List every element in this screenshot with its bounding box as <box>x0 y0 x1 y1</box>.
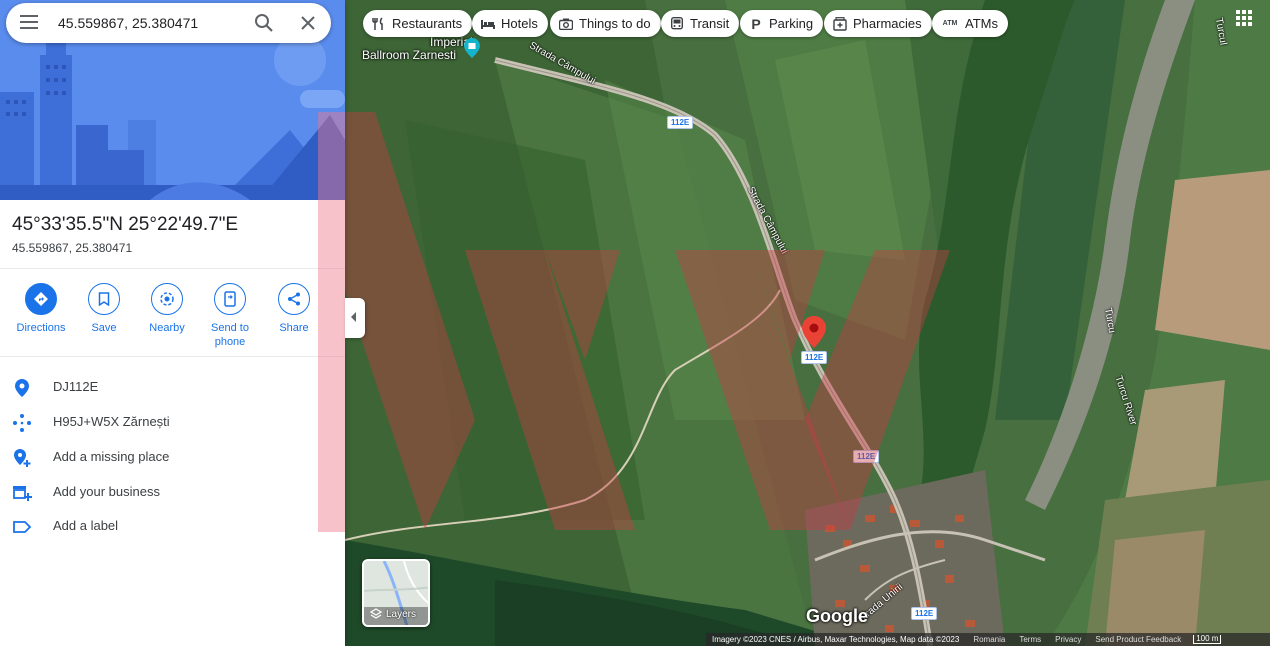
menu-icon[interactable] <box>20 15 38 31</box>
place-panel: 45°33'35.5"N 25°22'49.7"E 45.559867, 25.… <box>0 0 345 646</box>
imagery-credit: Imagery ©2023 CNES / Airbus, Maxar Techn… <box>712 635 960 644</box>
chip-label: Pharmacies <box>853 16 922 31</box>
detail-text: Add a label <box>53 518 119 533</box>
apps-grid-icon[interactable] <box>1236 10 1252 26</box>
chip-label: Restaurants <box>392 16 463 31</box>
layers-icon <box>370 608 382 619</box>
bookmark-icon <box>88 283 120 315</box>
road-shield: 112E <box>911 607 938 620</box>
poi-label-line2: Ballroom Zarnesti <box>362 48 457 62</box>
chip-label: Parking <box>769 16 814 31</box>
search-icon[interactable] <box>254 13 274 33</box>
divider <box>0 356 345 357</box>
region-link[interactable]: Romania <box>973 635 1005 644</box>
chip-pharmacies[interactable]: Pharmacies <box>824 10 932 37</box>
chip-hotels[interactable]: Hotels <box>472 10 548 37</box>
atm-icon: ATM <box>942 20 958 27</box>
place-title: 45°33'35.5"N 25°22'49.7"E <box>12 214 239 235</box>
label-icon <box>13 521 32 533</box>
fork-knife-icon <box>371 16 387 32</box>
action-label: Nearby <box>149 322 185 334</box>
divider <box>0 268 345 269</box>
directions-icon <box>25 283 57 315</box>
add-label-button[interactable]: Add a label <box>0 509 318 543</box>
privacy-link[interactable]: Privacy <box>1055 635 1081 644</box>
send-to-phone-icon <box>214 283 246 315</box>
store-icon <box>13 486 32 501</box>
layers-button[interactable]: Layers <box>362 559 430 627</box>
map-footer: Imagery ©2023 CNES / Airbus, Maxar Techn… <box>706 633 1270 646</box>
nearby-icon <box>151 283 183 315</box>
close-icon[interactable] <box>298 13 318 33</box>
bed-icon <box>480 16 496 32</box>
chip-things-to-do[interactable]: Things to do <box>550 10 661 37</box>
chevron-left-icon <box>351 312 356 322</box>
bus-icon <box>669 16 685 32</box>
detail-text: DJ112E <box>53 379 99 394</box>
parking-icon: P <box>751 15 761 32</box>
chip-atms[interactable]: ATM ATMs <box>932 10 1008 37</box>
layers-label: Layers <box>386 608 417 620</box>
maps-window: 112E 112E 112E 112E Strada Câmpului Stra… <box>0 0 1270 646</box>
chip-restaurants[interactable]: Restaurants <box>363 10 473 37</box>
share-button[interactable]: Share <box>265 283 323 335</box>
chip-label: Things to do <box>579 16 651 31</box>
add-place-icon <box>14 449 31 467</box>
chip-label: Transit <box>690 16 730 31</box>
watermark-strip <box>318 112 345 532</box>
detail-text: Add a missing place <box>53 449 170 464</box>
poi-marker-icon[interactable] <box>464 38 480 58</box>
road-shield: 112E <box>853 450 880 463</box>
place-coordinates: 45.559867, 25.380471 <box>12 241 133 255</box>
scale-bar[interactable]: 100 m <box>1193 635 1222 644</box>
camera-icon <box>558 16 574 32</box>
plus-code-icon <box>13 414 31 432</box>
detail-address[interactable]: DJ112E <box>0 370 318 404</box>
share-icon <box>278 283 310 315</box>
chip-transit[interactable]: Transit <box>661 10 740 37</box>
collapse-panel-button[interactable] <box>345 298 365 338</box>
action-label: Share <box>279 322 309 334</box>
nearby-button[interactable]: Nearby <box>138 283 196 335</box>
search-input[interactable] <box>58 11 243 35</box>
send-to-phone-button[interactable]: Send to phone <box>201 283 259 349</box>
google-logo: Google <box>806 606 868 626</box>
road-shield: 112E <box>801 351 828 364</box>
terms-link[interactable]: Terms <box>1019 635 1041 644</box>
road-shield: 112E <box>667 116 694 129</box>
detail-plus-code[interactable]: H95J+W5X Zărnești <box>0 405 318 439</box>
add-business-button[interactable]: Add your business <box>0 475 318 509</box>
feedback-link[interactable]: Send Product Feedback <box>1095 635 1181 644</box>
action-label: Send to phone <box>211 322 249 348</box>
location-pin-icon[interactable] <box>802 316 826 348</box>
search-box <box>6 3 331 43</box>
poi-label[interactable]: Imperial Ballroom Zarnesti <box>362 36 473 62</box>
pharmacy-icon <box>832 16 848 32</box>
add-missing-place-button[interactable]: Add a missing place <box>0 440 318 474</box>
directions-button[interactable]: Directions <box>12 283 70 335</box>
action-label: Directions <box>16 322 66 334</box>
location-pin-icon <box>15 379 29 397</box>
chip-parking[interactable]: P Parking <box>740 10 824 37</box>
detail-text: H95J+W5X Zărnești <box>53 414 170 429</box>
action-label: Save <box>91 322 117 334</box>
chip-label: Hotels <box>501 16 538 31</box>
save-button[interactable]: Save <box>75 283 133 335</box>
detail-text: Add your business <box>53 484 160 499</box>
chip-label: ATMs <box>965 16 998 31</box>
